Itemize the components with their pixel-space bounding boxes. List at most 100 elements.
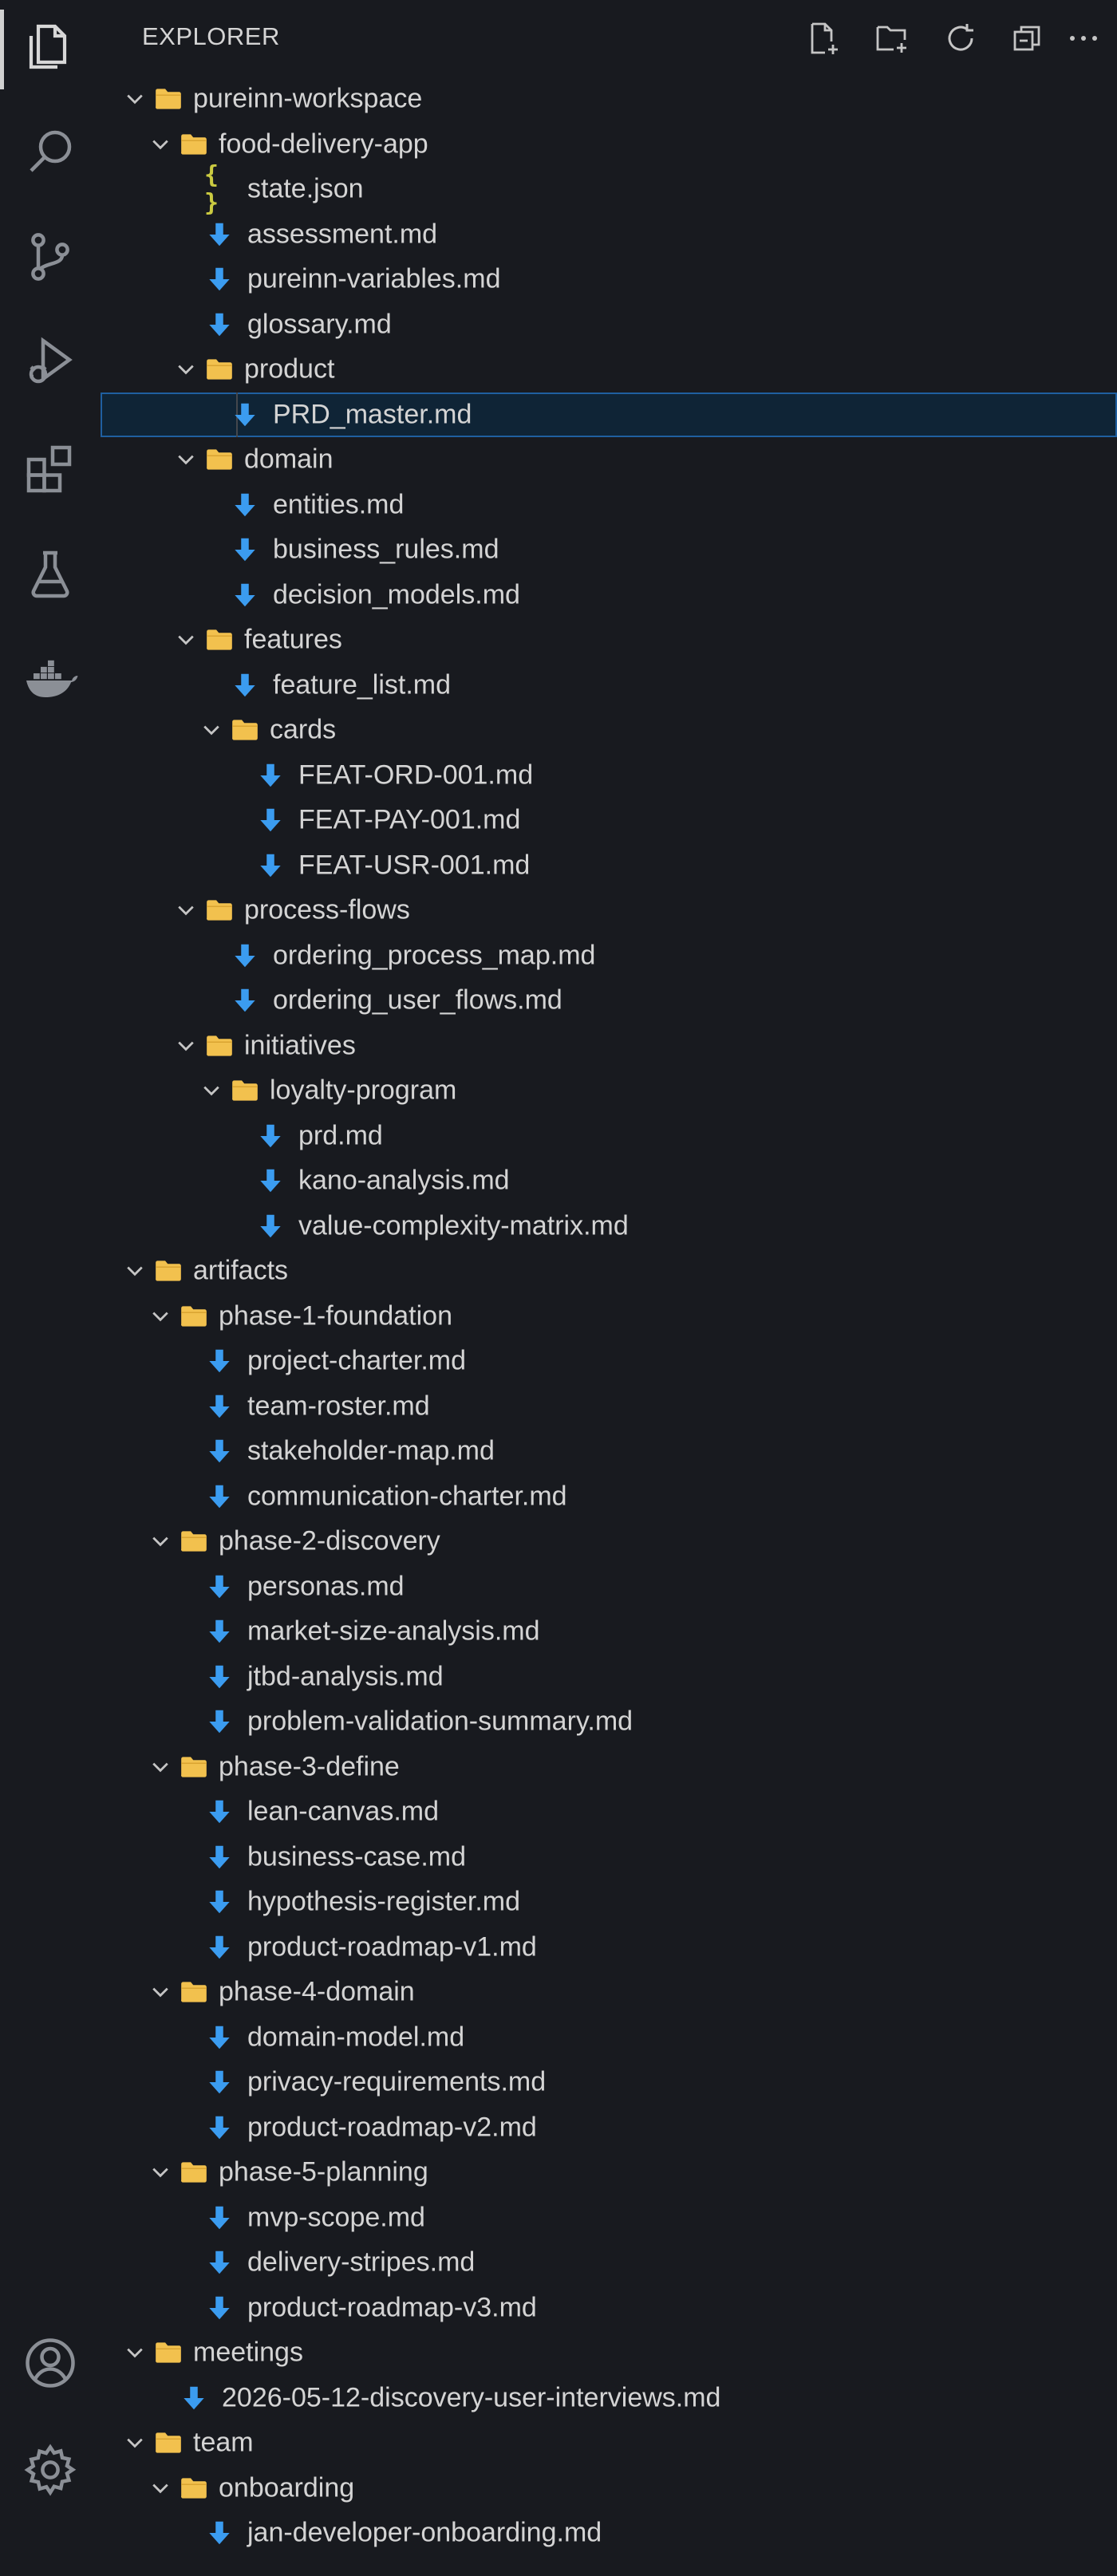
tree-file-row[interactable]: decision_models.md: [101, 573, 1117, 618]
tree-file-row[interactable]: stakeholder-map.md: [101, 1429, 1117, 1474]
tree-file-row[interactable]: ordering_user_flows.md: [101, 978, 1117, 1024]
tree-folder-row[interactable]: initiatives: [101, 1024, 1117, 1069]
tree-folder-row[interactable]: domain: [101, 437, 1117, 483]
tree-folder-row[interactable]: features: [101, 617, 1117, 663]
settings-gear-icon[interactable]: [20, 2440, 81, 2500]
tree-folder-row[interactable]: onboarding: [101, 2466, 1117, 2511]
chevron-down-icon[interactable]: [174, 448, 198, 471]
tree-file-row[interactable]: delivery-stripes.md: [101, 2240, 1117, 2286]
chevron-down-icon[interactable]: [174, 1034, 198, 1058]
chevron-down-icon[interactable]: [123, 2431, 147, 2455]
tree-folder-row[interactable]: loyalty-program: [101, 1068, 1117, 1114]
chevron-down-icon[interactable]: [123, 87, 147, 111]
chevron-down-icon[interactable]: [174, 628, 198, 652]
tree-file-row[interactable]: FEAT-USR-001.md: [101, 843, 1117, 889]
folder-icon: [179, 1526, 209, 1556]
chevron-down-icon[interactable]: [148, 132, 172, 156]
tree-file-row[interactable]: entities.md: [101, 483, 1117, 528]
tree-file-row[interactable]: kano-analysis.md: [101, 1158, 1117, 1204]
markdown-file-icon: [204, 1932, 235, 1963]
chevron-down-icon[interactable]: [123, 1259, 147, 1283]
tree-file-row[interactable]: FEAT-PAY-001.md: [101, 798, 1117, 843]
tree-file-row[interactable]: 2026-05-12-discovery-user-interviews.md: [101, 2376, 1117, 2421]
chevron-down-icon[interactable]: [148, 1529, 172, 1553]
tree-file-row[interactable]: mvp-scope.md: [101, 2195, 1117, 2241]
tree-file-row[interactable]: jan-developer-onboarding.md: [101, 2511, 1117, 2556]
folder-icon: [204, 444, 235, 475]
tree-file-row[interactable]: personas.md: [101, 1564, 1117, 1610]
tree-file-row[interactable]: assessment.md: [101, 212, 1117, 258]
extensions-icon[interactable]: [20, 439, 81, 499]
tree-file-row[interactable]: team-roster.md: [101, 1384, 1117, 1430]
folder-label: phase-3-define: [219, 1751, 400, 1782]
run-debug-icon[interactable]: [20, 332, 81, 393]
tree-file-row[interactable]: jtbd-analysis.md: [101, 1655, 1117, 1700]
markdown-file-icon: [230, 580, 260, 610]
tree-file-row[interactable]: ordering_process_map.md: [101, 933, 1117, 979]
tree-file-row[interactable]: prd.md: [101, 1114, 1117, 1159]
tree-folder-row[interactable]: cards: [101, 708, 1117, 753]
tree-file-row[interactable]: { } state.json: [101, 161, 1117, 217]
tree-file-row[interactable]: PRD_master.md: [101, 392, 1117, 437]
tree-folder-row[interactable]: phase-2-discovery: [101, 1519, 1117, 1564]
tree-file-row[interactable]: business_rules.md: [101, 527, 1117, 573]
tree-file-row[interactable]: market-size-analysis.md: [101, 1609, 1117, 1655]
tree-file-row[interactable]: project-charter.md: [101, 1339, 1117, 1384]
tree-file-row[interactable]: product-roadmap-v2.md: [101, 2105, 1117, 2151]
chevron-down-icon[interactable]: [148, 2160, 172, 2184]
chevron-down-icon[interactable]: [148, 1755, 172, 1779]
chevron-down-icon[interactable]: [148, 1980, 172, 2004]
search-icon[interactable]: [20, 121, 81, 182]
tree-file-row[interactable]: product-roadmap-v1.md: [101, 1925, 1117, 1970]
chevron-down-icon[interactable]: [148, 1304, 172, 1328]
chevron-down-icon[interactable]: [148, 2476, 172, 2500]
collapse-all-icon[interactable]: [1007, 18, 1048, 59]
docker-icon[interactable]: [20, 648, 81, 708]
explorer-icon[interactable]: [20, 18, 81, 78]
more-actions-icon[interactable]: [1063, 18, 1104, 59]
tree-folder-row[interactable]: process-flows: [101, 888, 1117, 933]
tree-folder-row[interactable]: phase-5-planning: [101, 2150, 1117, 2195]
tree-file-row[interactable]: communication-charter.md: [101, 1474, 1117, 1520]
folder-icon: [230, 715, 260, 745]
tree-file-row[interactable]: glossary.md: [101, 302, 1117, 348]
tree-folder-row[interactable]: team: [101, 2420, 1117, 2466]
source-control-icon[interactable]: [20, 227, 81, 287]
chevron-down-icon[interactable]: [174, 357, 198, 381]
tree-file-row[interactable]: lean-canvas.md: [101, 1789, 1117, 1835]
tree-file-row[interactable]: value-complexity-matrix.md: [101, 1204, 1117, 1249]
new-folder-icon[interactable]: [871, 18, 913, 59]
account-icon[interactable]: [20, 2333, 81, 2393]
chevron-down-icon[interactable]: [123, 2341, 147, 2365]
tree-folder-row[interactable]: food-delivery-app: [101, 122, 1117, 168]
markdown-file-icon: [204, 1797, 235, 1827]
new-file-icon[interactable]: [803, 18, 844, 59]
tree-folder-row[interactable]: phase-4-domain: [101, 1970, 1117, 2015]
tree-folder-row[interactable]: meetings: [101, 2330, 1117, 2376]
testing-icon[interactable]: [20, 544, 81, 605]
tree-file-row[interactable]: business-case.md: [101, 1835, 1117, 1880]
markdown-file-icon: [204, 2112, 235, 2143]
chevron-down-icon[interactable]: [199, 718, 223, 742]
tree-folder-row[interactable]: product: [101, 347, 1117, 393]
tree-file-row[interactable]: feature_list.md: [101, 663, 1117, 708]
tree-folder-row[interactable]: artifacts: [101, 1249, 1117, 1294]
tree-file-row[interactable]: hypothesis-register.md: [101, 1880, 1117, 1925]
tree-file-row[interactable]: product-roadmap-v3.md: [101, 2286, 1117, 2331]
tree-folder-row[interactable]: phase-3-define: [101, 1745, 1117, 1790]
tree-file-row[interactable]: domain-model.md: [101, 2015, 1117, 2061]
chevron-down-icon[interactable]: [174, 898, 198, 922]
tree-file-row[interactable]: privacy-requirements.md: [101, 2060, 1117, 2105]
markdown-file-icon: [230, 535, 260, 565]
tree-file-row[interactable]: problem-validation-summary.md: [101, 1699, 1117, 1745]
markdown-file-icon: [179, 2383, 209, 2413]
markdown-file-icon: [255, 1121, 286, 1151]
tree-folder-row[interactable]: phase-1-foundation: [101, 1294, 1117, 1339]
tree-folder-row[interactable]: pureinn-workspace: [101, 77, 1117, 122]
tree-file-row[interactable]: pureinn-variables.md: [101, 257, 1117, 302]
tree-file-row[interactable]: FEAT-ORD-001.md: [101, 753, 1117, 799]
chevron-down-icon[interactable]: [199, 1079, 223, 1103]
refresh-icon[interactable]: [940, 18, 981, 59]
file-label: jan-developer-onboarding.md: [247, 2517, 602, 2548]
file-label: prd.md: [298, 1120, 383, 1151]
